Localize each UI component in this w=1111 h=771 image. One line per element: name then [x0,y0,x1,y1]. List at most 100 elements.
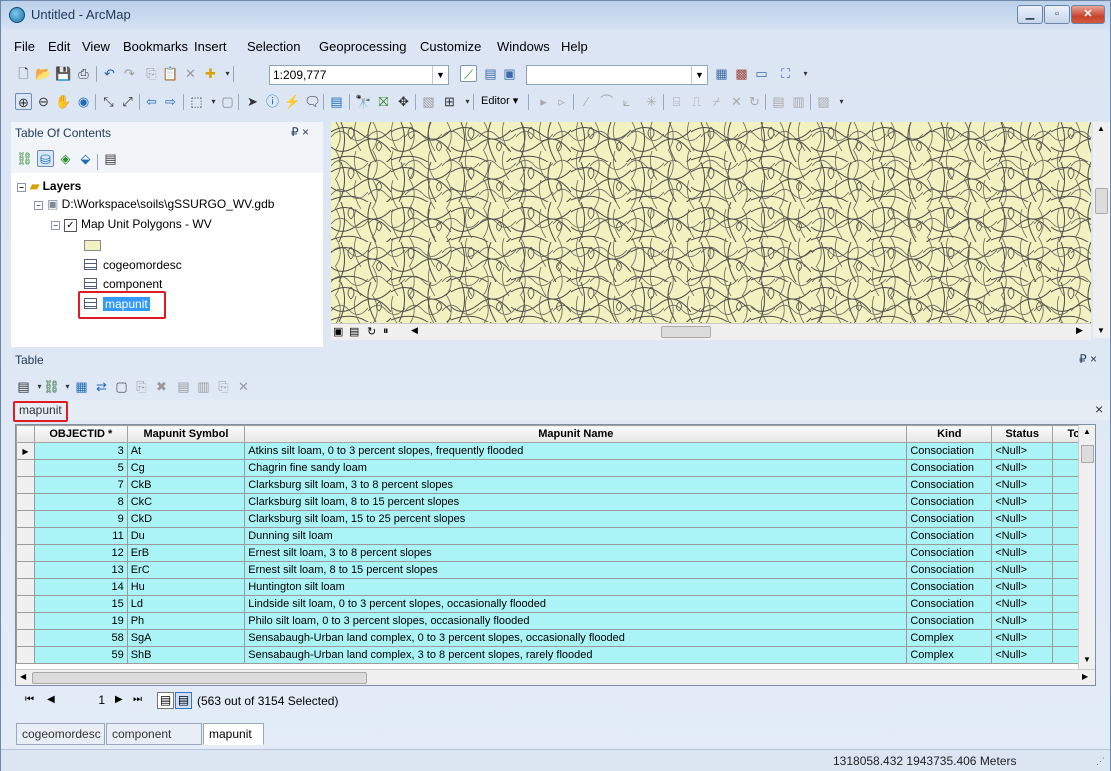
show-selected-records-icon[interactable]: ▥ [195,378,212,395]
row-selector[interactable] [16,493,35,511]
table-cell[interactable]: Consociation [906,561,993,579]
table-cell[interactable]: Cg [126,459,246,477]
print-icon[interactable]: ⎙ [75,65,92,82]
search-window-icon[interactable]: ▦ [713,65,730,82]
first-record-icon[interactable]: ⏮ [25,694,34,705]
table-cell[interactable]: Consociation [906,612,993,630]
menu-selection[interactable]: Selection [247,39,300,54]
table-cell[interactable]: CkC [126,493,246,511]
table-cell[interactable]: <Null> [991,493,1054,511]
scroll-down-icon[interactable]: ▼ [1083,655,1091,664]
trace-icon[interactable]: ⟀ [618,93,635,110]
scroll-right-icon[interactable]: ▶ [1076,325,1083,336]
table-row[interactable]: 19 Ph Philo silt loam, 0 to 3 percent slop… [16,612,1095,630]
search-combo[interactable]: ▼ [526,65,708,85]
table-cell[interactable]: Lindside silt loam, 0 to 3 percent slope… [244,595,908,613]
scroll-thumb[interactable] [1081,445,1094,463]
table-row[interactable]: 58 SgA Sensabaugh-Urban land complex, 0 to… [16,629,1095,647]
table-cell[interactable]: Consociation [906,476,993,494]
column-header[interactable]: Mapunit Symbol [126,425,246,443]
toolbar-options-icon[interactable]: ▾ [797,65,814,82]
back-extent-icon[interactable]: ⇦ [143,93,160,110]
delete-records-icon[interactable]: ✕ [235,378,252,395]
table-vertical-scrollbar[interactable]: ▲ ▼ [1078,425,1095,669]
table-cell[interactable]: Hu [126,578,246,596]
menu-edit[interactable]: Edit [48,39,70,54]
map-horizontal-scrollbar[interactable]: ▣ ▤ ↻ ⏸ ◀ ▶ [331,323,1091,340]
row-selector[interactable] [16,578,35,596]
table-cell[interactable]: 58 [33,629,128,647]
table-cell[interactable]: <Null> [991,527,1054,545]
table-cell[interactable]: 7 [33,476,128,494]
table-cell[interactable]: Dunning silt loam [244,527,908,545]
show-all-records-icon[interactable]: ▤ [175,378,192,395]
table-cell[interactable]: 9 [33,510,128,528]
table-cell[interactable]: 13 [33,561,128,579]
table-row[interactable]: 7 CkB Clarksburg silt loam, 3 to 8 percent… [16,476,1095,494]
row-selector[interactable] [16,476,35,494]
catalog-window-icon[interactable]: ▣ [501,65,518,82]
row-selector[interactable] [16,629,35,647]
table-cell[interactable]: Ph [126,612,246,630]
find-route-icon[interactable]: ⛝ [375,93,392,110]
modelbuilder-icon[interactable]: ⛶ [777,65,794,82]
table-row[interactable]: 12 ErB Ernest silt loam, 3 to 8 percent sl… [16,544,1095,562]
zoom-to-selected-icon[interactable]: ⎘ [215,378,232,395]
tab-mapunit[interactable]: mapunit [203,723,264,745]
last-record-icon[interactable]: ⏭ [133,694,142,705]
table-cell[interactable]: 5 [33,459,128,477]
scroll-up-icon[interactable]: ▲ [1097,124,1105,133]
delete-selected-icon[interactable]: ✖ [153,378,170,395]
table-row[interactable]: 8 CkC Clarksburg silt loam, 8 to 15 percen… [16,493,1095,511]
collapse-icon[interactable]: − [51,221,60,230]
maximize-button[interactable]: ▫ [1044,5,1070,24]
chevron-down-icon[interactable]: ▼ [691,66,707,84]
table-horizontal-scrollbar[interactable]: ◀ ▶ [16,669,1095,685]
edit-annotation-icon[interactable]: ▹ [553,93,570,110]
fixed-zoom-in-icon[interactable]: ⤡ [100,93,117,110]
chevron-down-icon[interactable]: ▼ [432,66,448,84]
column-header[interactable]: Kind [906,425,993,443]
table-cell[interactable]: ErB [126,544,246,562]
current-record-field[interactable]: 1 [75,693,105,707]
map-scale-combo[interactable]: 1:209,777 ▼ [269,65,449,85]
next-record-icon[interactable]: ▶ [115,694,123,705]
table-cell[interactable]: Atkins silt loam, 0 to 3 percent slopes,… [244,442,908,460]
table-row[interactable]: 14 Hu Huntington silt loam Consociation <Nul… [16,578,1095,596]
column-header[interactable]: Status [991,425,1054,443]
zoom-out-icon[interactable]: ⊖ [35,93,52,110]
sketch-properties-icon[interactable]: ▥ [790,93,807,110]
pan-hand-icon[interactable]: ✋ [55,93,72,110]
clear-selection-icon[interactable]: ▢ [219,93,236,110]
column-header[interactable]: OBJECTID * [33,425,128,443]
table-cell[interactable]: <Null> [991,544,1054,562]
refresh-icon[interactable]: ↻ [367,325,376,338]
row-selector[interactable] [16,595,35,613]
related-tables-icon[interactable]: ⛓ [43,378,60,395]
scroll-down-icon[interactable]: ▼ [1097,326,1105,335]
row-selector[interactable] [16,561,35,579]
table-cell[interactable]: Chagrin fine sandy loam [244,459,908,477]
reselect-icon[interactable]: ⎘ [133,378,150,395]
close-table-tab-icon[interactable]: × [1095,401,1103,417]
row-selector-header[interactable] [16,425,35,443]
find-icon[interactable]: 🔭 [355,93,372,110]
table-row[interactable]: 13 ErC Ernest silt loam, 8 to 15 percent s… [16,561,1095,579]
table-cell[interactable]: Du [126,527,246,545]
select-features-icon[interactable]: ⬚ [188,93,205,110]
table-cell[interactable]: ErC [126,561,246,579]
table-cell[interactable]: <Null> [991,595,1054,613]
layer-visibility-checkbox[interactable]: ✓ [64,219,77,232]
table-node-component[interactable]: component [84,277,162,291]
straight-segment-icon[interactable]: ∕ [578,93,595,110]
undo-icon[interactable]: ↶ [101,65,118,82]
table-cell[interactable]: Philo silt loam, 0 to 3 percent slopes, … [244,612,908,630]
table-node-cogeomordesc[interactable]: cogeomordesc [84,258,182,272]
scroll-right-icon[interactable]: ▶ [1082,672,1088,681]
scroll-up-icon[interactable]: ▲ [1083,427,1091,436]
menu-view[interactable]: View [82,39,110,54]
menu-bookmarks[interactable]: Bookmarks [123,39,188,54]
table-cell[interactable]: Clarksburg silt loam, 8 to 15 percent sl… [244,493,908,511]
map-vertical-scrollbar[interactable]: ▲ ▼ [1093,122,1110,338]
table-cell[interactable]: Consociation [906,493,993,511]
